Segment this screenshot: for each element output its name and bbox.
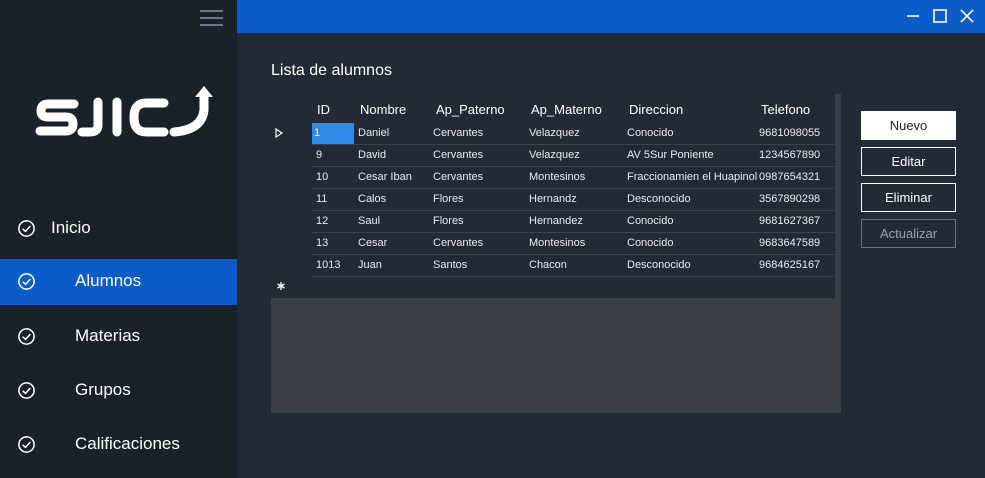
cell-nombre[interactable]: Cesar: [358, 237, 387, 249]
page-title: Lista de alumnos: [271, 62, 392, 79]
check-circle-icon: [18, 436, 35, 453]
app-window: Inicio Alumnos Materias Grupos Calificac…: [0, 0, 985, 478]
cell-id[interactable]: 13: [316, 237, 328, 249]
table-row[interactable]: 12 Saul Flores Hernandez Conocido 9681627367: [312, 211, 835, 233]
cell-ap-materno[interactable]: Velazquez: [529, 149, 580, 161]
cell-id[interactable]: 1013: [316, 259, 340, 271]
hamburger-menu-icon[interactable]: [200, 9, 224, 29]
cell-direccion[interactable]: Desconocido: [627, 259, 691, 271]
refresh-button[interactable]: Actualizar: [861, 219, 956, 248]
cell-id[interactable]: 12: [316, 215, 328, 227]
table-header: ID Nombre Ap_Paterno Ap_Materno Direccio…: [312, 94, 835, 123]
cell-telefono[interactable]: 9684625167: [759, 259, 820, 271]
cell-telefono[interactable]: 9681098055: [759, 127, 820, 139]
cell-id[interactable]: 9: [316, 149, 322, 161]
cell-ap-paterno[interactable]: Cervantes: [433, 171, 483, 183]
check-circle-icon: [18, 273, 35, 290]
cell-direccion[interactable]: Fraccionamien el Huapinol: [627, 171, 757, 183]
cell-telefono[interactable]: 9683647589: [759, 237, 820, 249]
cell-telefono[interactable]: 3567890298: [759, 193, 820, 205]
table-row[interactable]: 10 Cesar Iban Cervantes Montesinos Fracciona…: [312, 167, 835, 189]
cell-ap-paterno[interactable]: Santos: [433, 259, 467, 271]
sidebar-item-label: Alumnos: [75, 271, 142, 290]
column-header-nombre[interactable]: Nombre: [360, 102, 406, 117]
cell-id[interactable]: 1: [312, 123, 354, 144]
column-header-telefono[interactable]: Telefono: [761, 102, 810, 117]
new-button[interactable]: Nuevo: [861, 111, 956, 140]
table-row[interactable]: 9 David Cervantes Velazquez AV 5Sur Poniente…: [312, 145, 835, 167]
table-row[interactable]: 1 Daniel Cervantes Velazquez Conocido 9681098…: [312, 123, 835, 145]
cell-ap-paterno[interactable]: Flores: [433, 193, 464, 205]
column-header-ap-materno[interactable]: Ap_Materno: [531, 102, 602, 117]
cell-nombre[interactable]: Saul: [358, 215, 380, 227]
students-table[interactable]: ID Nombre Ap_Paterno Ap_Materno Direccio…: [271, 94, 841, 413]
sidebar: Inicio Alumnos Materias Grupos Calificac…: [0, 0, 237, 478]
delete-button[interactable]: Eliminar: [861, 183, 956, 212]
row-header-column[interactable]: [271, 94, 312, 298]
check-circle-icon: [18, 328, 35, 345]
cell-telefono[interactable]: 9681627367: [759, 215, 820, 227]
table-row[interactable]: 11 Calos Flores Hernandz Desconocido 35678902…: [312, 189, 835, 211]
check-circle-icon: [18, 220, 35, 237]
cell-telefono[interactable]: 1234567890: [759, 149, 820, 161]
sidebar-item-label: Inicio: [51, 218, 91, 237]
minimize-icon[interactable]: [903, 6, 923, 26]
sidebar-item-label: Grupos: [75, 380, 131, 399]
cell-direccion[interactable]: Conocido: [627, 237, 673, 249]
column-header-id[interactable]: ID: [317, 102, 330, 117]
cell-ap-materno[interactable]: Montesinos: [529, 171, 585, 183]
cell-ap-materno[interactable]: Chacon: [529, 259, 567, 271]
cell-nombre[interactable]: Juan: [358, 259, 382, 271]
sidebar-item-inicio[interactable]: Inicio: [0, 206, 237, 252]
table-row[interactable]: 1013 Juan Santos Chacon Desconocido 968462516…: [312, 255, 835, 277]
current-row-arrow-icon: [275, 128, 283, 138]
table-row[interactable]: 13 Cesar Cervantes Montesinos Conocido 968364…: [312, 233, 835, 255]
new-row-asterisk-icon: [277, 282, 285, 290]
cell-ap-paterno[interactable]: Cervantes: [433, 127, 483, 139]
title-bar[interactable]: [237, 0, 985, 33]
cell-nombre[interactable]: Calos: [358, 193, 386, 205]
cell-ap-paterno[interactable]: Cervantes: [433, 149, 483, 161]
cell-ap-paterno[interactable]: Cervantes: [433, 237, 483, 249]
cell-ap-materno[interactable]: Montesinos: [529, 237, 585, 249]
sidebar-item-label: Calificaciones: [75, 434, 180, 453]
close-icon[interactable]: [957, 6, 977, 26]
cell-id[interactable]: 11: [316, 193, 327, 205]
cell-ap-materno[interactable]: Hernandez: [529, 215, 583, 227]
sidebar-item-grupos[interactable]: Grupos: [0, 368, 237, 414]
cell-direccion[interactable]: AV 5Sur Poniente: [627, 149, 714, 161]
sidebar-item-label: Materias: [75, 326, 141, 345]
cell-nombre[interactable]: Daniel: [358, 127, 389, 139]
cell-nombre[interactable]: Cesar Iban: [358, 171, 412, 183]
column-header-ap-paterno[interactable]: Ap_Paterno: [436, 102, 505, 117]
cell-telefono[interactable]: 0987654321: [759, 171, 820, 183]
maximize-icon[interactable]: [930, 6, 950, 26]
sjic-logo: [35, 86, 213, 137]
cell-direccion[interactable]: Conocido: [627, 215, 673, 227]
edit-button[interactable]: Editar: [861, 147, 956, 176]
cell-ap-materno[interactable]: Velazquez: [529, 127, 580, 139]
sidebar-item-alumnos[interactable]: Alumnos: [0, 259, 237, 305]
cell-direccion[interactable]: Desconocido: [627, 193, 691, 205]
column-header-direccion[interactable]: Direccion: [629, 102, 683, 117]
cell-id[interactable]: 10: [316, 171, 328, 183]
check-circle-icon: [18, 382, 35, 399]
new-row[interactable]: [312, 277, 835, 298]
cell-ap-materno[interactable]: Hernandz: [529, 193, 577, 205]
cell-ap-paterno[interactable]: Flores: [433, 215, 464, 227]
sidebar-item-materias[interactable]: Materias: [0, 314, 237, 360]
sidebar-item-calificaciones[interactable]: Calificaciones: [0, 422, 237, 468]
cell-nombre[interactable]: David: [358, 149, 386, 161]
cell-direccion[interactable]: Conocido: [627, 127, 673, 139]
